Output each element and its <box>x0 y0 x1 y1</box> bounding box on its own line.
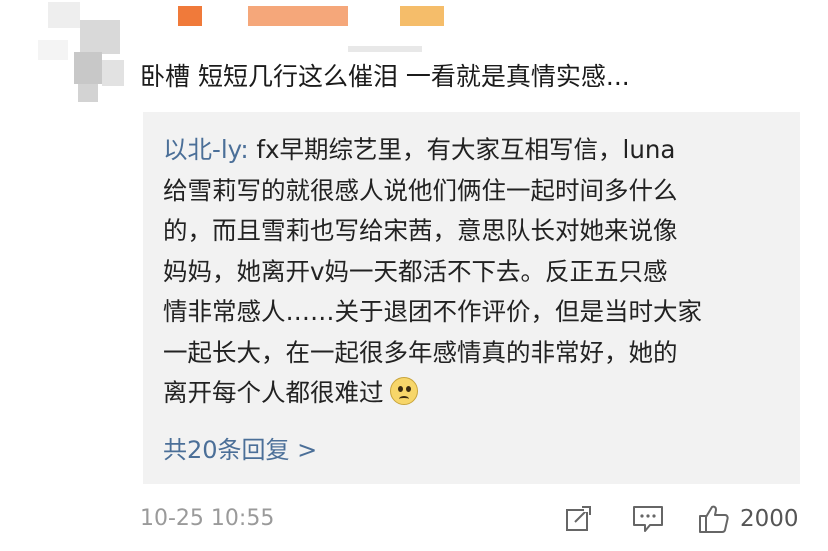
reply-line: 以北-ly: fx早期综艺里，有大家互相写信，luna <box>163 130 788 171</box>
reply-line: 妈妈，她离开v妈一天都活不下去。反正五只感 <box>163 256 668 286</box>
timestamp: 10-25 10:55 <box>140 506 275 531</box>
like-count: 2000 <box>740 506 799 532</box>
avatar[interactable] <box>38 0 128 110</box>
thumbs-up-icon <box>699 505 729 533</box>
comment-footer: 10-25 10:55 2000 <box>140 504 810 536</box>
reply-line: 的，而且雪莉也写给宋茜，意思队长对她来说像 <box>163 216 678 245</box>
reply-line: 一起长大，在一起很多年感情真的非常好，她的 <box>163 337 678 367</box>
sad-face-emoji-icon <box>389 377 418 405</box>
censored-username-block <box>178 6 202 26</box>
comment-text: 卧槽 短短几行这么催泪 一看就是真情实感... <box>140 62 630 91</box>
censored-username-block <box>248 6 348 26</box>
reply-line: 离开每个人都很难过 <box>163 373 788 414</box>
like-button[interactable] <box>698 504 730 534</box>
reply-line-text: fx早期综艺里，有大家互相写信，luna <box>248 135 676 164</box>
weibo-comment-screenshot: 卧槽 短短几行这么催泪 一看就是真情实感... 以北-ly: fx早期综艺里，有… <box>0 0 828 551</box>
censored-username-block <box>348 46 422 52</box>
reply-line: 情非常感人……关于退团不作评价，但是当时大家 <box>163 297 702 326</box>
reply-preview-box[interactable]: 以北-ly: fx早期综艺里，有大家互相写信，luna 给雪莉写的就很感人说他们… <box>143 112 800 484</box>
comment-button[interactable] <box>632 504 664 534</box>
reply-line-text: 离开每个人都很难过 <box>163 378 384 407</box>
reply-body: 以北-ly: fx早期综艺里，有大家互相写信，luna 给雪莉写的就很感人说他们… <box>163 130 788 414</box>
reply-line: 给雪莉写的就很感人说他们俩住一起时间多什么 <box>163 175 678 205</box>
comment-icon <box>633 506 663 532</box>
censored-username-block <box>400 6 444 26</box>
reply-author[interactable]: 以北-ly: <box>163 135 249 164</box>
share-button[interactable] <box>565 504 593 534</box>
share-icon <box>566 506 591 531</box>
more-replies-link[interactable]: 共20条回复 > <box>163 430 317 465</box>
